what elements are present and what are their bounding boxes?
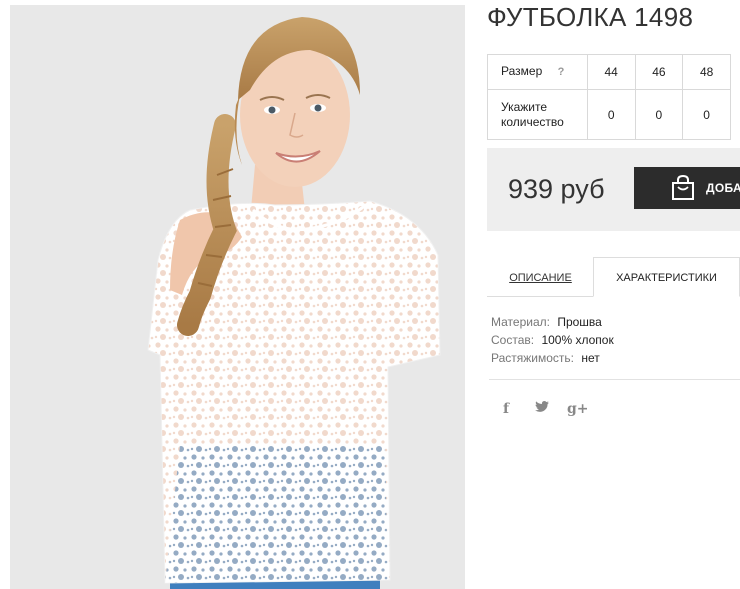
spec-composition: Состав: 100% хлопок [491,331,614,349]
quantity-input-48[interactable]: 0 [682,89,731,140]
google-plus-icon[interactable]: g+ [567,401,589,417]
product-tabs: ОПИСАНИЕ ХАРАКТЕРИСТИКИ [487,257,740,297]
spec-value: 100% хлопок [541,333,614,347]
price: 939 руб [508,174,605,204]
tab-characteristics[interactable]: ХАРАКТЕРИСТИКИ [593,257,740,297]
quantity-label: Укажите количество [487,89,588,140]
add-to-cart-button[interactable]: ДОБАВ [634,167,740,209]
twitter-icon[interactable] [535,401,549,417]
product-photo-illustration [10,5,465,589]
product-title: ФУТБОЛКА 1498 [487,2,694,32]
size-row: Размер ? 44 46 48 [487,54,731,90]
size-option-46: 46 [634,54,684,90]
tab-description[interactable]: ОПИСАНИЕ [487,257,594,297]
size-help-icon[interactable]: ? [558,65,565,80]
size-option-44: 44 [586,54,636,90]
divider [489,379,740,380]
size-label: Размер [501,64,543,78]
quantity-input-44[interactable]: 0 [586,89,636,140]
add-to-cart-label: ДОБАВ [706,181,740,195]
spec-material: Материал: Прошва [491,313,614,331]
size-quantity-table: Размер ? 44 46 48 Укажите количество 0 0… [487,54,731,140]
shopping-bag-icon [671,174,695,206]
facebook-icon[interactable]: f [503,401,509,417]
spec-key: Растяжимость: [491,351,575,365]
spec-stretch: Растяжимость: нет [491,349,614,367]
price-box: 939 руб ДОБАВ [487,148,740,231]
quantity-label-line2: количество [501,114,564,129]
quantity-label-line1: Укажите [501,99,548,114]
quantity-input-46[interactable]: 0 [634,89,684,140]
spec-value: нет [581,351,600,365]
spec-key: Материал: [491,315,550,329]
spec-key: Состав: [491,333,535,347]
specs-list: Материал: Прошва Состав: 100% хлопок Рас… [491,313,614,367]
quantity-row: Укажите количество 0 0 0 [487,89,731,140]
spec-value: Прошва [557,315,602,329]
product-photo[interactable] [10,5,465,589]
size-label-cell: Размер ? [487,54,588,90]
size-option-48: 48 [682,54,731,90]
